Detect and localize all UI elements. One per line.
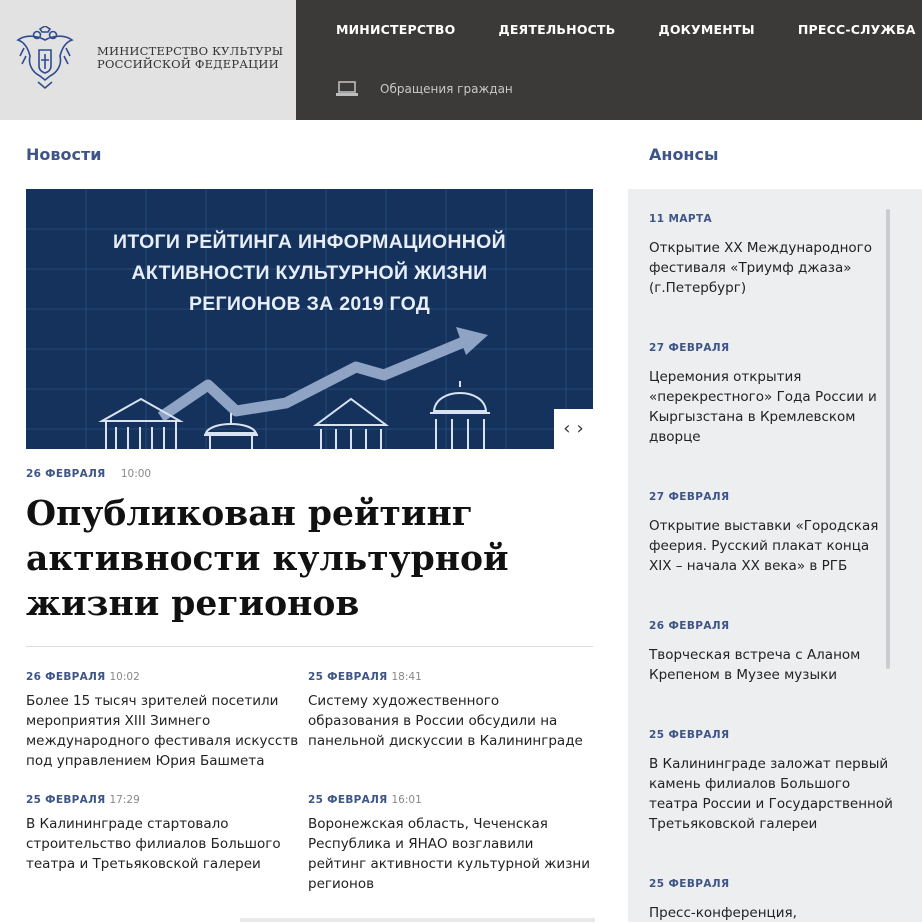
hero-meta: 26 ФЕВРАЛЯ 10:00 bbox=[26, 468, 151, 480]
news-date: 25 ФЕВРАЛЯ bbox=[26, 794, 106, 806]
ministry-logo[interactable]: МИНИСТЕРСТВО КУЛЬТУРЫ РОССИЙСКОЙ ФЕДЕРАЦ… bbox=[0, 0, 296, 120]
announcement-date: 27 ФЕВРАЛЯ bbox=[649, 491, 730, 503]
announcement-title: Церемония открытия «перекрестного» Года Р… bbox=[649, 369, 877, 445]
top-navigation-bar: МИНИСТЕРСТВО ДЕЯТЕЛЬНОСТЬ ДОКУМЕНТЫ ПРЕС… bbox=[296, 0, 922, 120]
hero-time: 10:00 bbox=[120, 468, 152, 480]
nav-activity[interactable]: ДЕЯТЕЛЬНОСТЬ bbox=[498, 22, 615, 37]
ministry-name: МИНИСТЕРСТВО КУЛЬТУРЫ РОССИЙСКОЙ ФЕДЕРАЦ… bbox=[97, 44, 284, 71]
slider-next-button[interactable]: › bbox=[577, 420, 584, 438]
announcement-item[interactable]: 25 ФЕВРАЛЯ В Калининграде заложат первый… bbox=[649, 729, 893, 834]
announcement-item[interactable]: 26 ФЕВРАЛЯ Творческая встреча с Аланом Кр… bbox=[649, 620, 885, 685]
announcement-item[interactable]: 25 ФЕВРАЛЯ Пресс-конференция, bbox=[649, 878, 885, 923]
announcement-title: Пресс-конференция, bbox=[649, 905, 797, 921]
announcements-scrollbar[interactable] bbox=[886, 209, 890, 669]
bottom-element-edge bbox=[240, 918, 595, 922]
announcement-date: 27 ФЕВРАЛЯ bbox=[649, 342, 730, 354]
main-nav: МИНИСТЕРСТВО ДЕЯТЕЛЬНОСТЬ ДОКУМЕНТЫ ПРЕС… bbox=[336, 22, 922, 37]
announcement-title: Открытие выставки «Городская феерия. Русс… bbox=[649, 518, 879, 574]
news-title: Воронежская область, Чеченская Республика… bbox=[308, 816, 590, 892]
news-item[interactable]: 25 ФЕВРАЛЯ 18:41 Систему художественного о… bbox=[308, 671, 583, 751]
news-date: 25 ФЕВРАЛЯ bbox=[308, 671, 388, 683]
computer-icon bbox=[336, 81, 358, 96]
announcement-title: Творческая встреча с Аланом Крепеном в Му… bbox=[649, 647, 861, 683]
citizen-appeals-link[interactable]: Обращения граждан bbox=[336, 80, 513, 98]
announcements-section-title[interactable]: Анонсы bbox=[649, 145, 718, 164]
hero-banner-text: ИТОГИ РЕЙТИНГА ИНФОРМАЦИОННОЙ АКТИВНОСТИ… bbox=[113, 231, 506, 315]
news-time: 16:01 bbox=[391, 794, 422, 806]
announcement-item[interactable]: 27 ФЕВРАЛЯ Церемония открытия «перекрестн… bbox=[649, 342, 885, 447]
double-headed-eagle-icon bbox=[16, 26, 74, 90]
slider-controls: ‹ › bbox=[554, 409, 593, 449]
announcement-date: 25 ФЕВРАЛЯ bbox=[649, 729, 730, 741]
news-title: В Калининграде стартовало строительство ф… bbox=[26, 816, 281, 872]
news-title: Более 15 тысяч зрителей посетили мероприя… bbox=[26, 693, 299, 769]
announcement-item[interactable]: 27 ФЕВРАЛЯ Открытие выставки «Городская ф… bbox=[649, 491, 885, 576]
announcement-title: В Калининграде заложат первый камень фили… bbox=[649, 756, 893, 832]
nav-documents[interactable]: ДОКУМЕНТЫ bbox=[658, 22, 754, 37]
news-section-title[interactable]: Новости bbox=[26, 145, 101, 164]
nav-ministry[interactable]: МИНИСТЕРСТВО bbox=[336, 22, 455, 37]
news-time: 10:02 bbox=[109, 671, 140, 683]
hero-date: 26 ФЕВРАЛЯ bbox=[26, 468, 106, 480]
announcement-date: 25 ФЕВРАЛЯ bbox=[649, 878, 730, 890]
announcement-date: 26 ФЕВРАЛЯ bbox=[649, 620, 730, 632]
citizen-appeals-label: Обращения граждан bbox=[380, 82, 513, 96]
announcement-date: 11 МАРТА bbox=[649, 213, 713, 225]
nav-press-service[interactable]: ПРЕСС-СЛУЖБА bbox=[798, 22, 916, 37]
news-item[interactable]: 25 ФЕВРАЛЯ 16:01 Воронежская область, Чеч… bbox=[308, 794, 590, 894]
hero-banner-image[interactable]: ИТОГИ РЕЙТИНГА ИНФОРМАЦИОННОЙ АКТИВНОСТИ… bbox=[26, 189, 593, 449]
news-item[interactable]: 26 ФЕВРАЛЯ 10:02 Более 15 тысяч зрителей … bbox=[26, 671, 299, 771]
announcement-item[interactable]: 11 МАРТА Открытие XX Международного фести… bbox=[649, 213, 885, 298]
news-date: 25 ФЕВРАЛЯ bbox=[308, 794, 388, 806]
hero-headline-link[interactable]: Опубликован рейтинг активности культурно… bbox=[26, 492, 586, 627]
news-time: 18:41 bbox=[391, 671, 422, 683]
news-item[interactable]: 25 ФЕВРАЛЯ 17:29 В Калининграде стартовал… bbox=[26, 794, 294, 874]
news-title: Систему художественного образования в Рос… bbox=[308, 693, 583, 749]
news-date: 26 ФЕВРАЛЯ bbox=[26, 671, 106, 683]
news-divider bbox=[26, 646, 593, 647]
announcement-title: Открытие XX Международного фестиваля «Три… bbox=[649, 240, 873, 296]
slider-prev-button[interactable]: ‹ bbox=[563, 420, 570, 438]
news-time: 17:29 bbox=[109, 794, 140, 806]
